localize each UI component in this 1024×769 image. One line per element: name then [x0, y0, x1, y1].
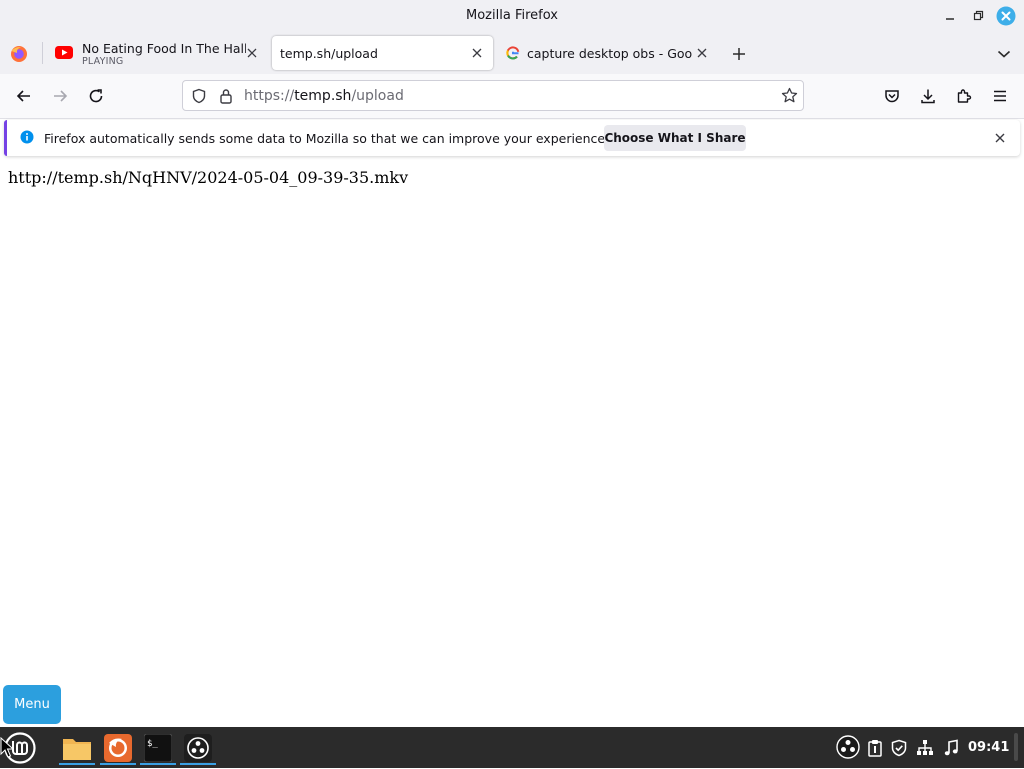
svg-text:$_: $_: [147, 739, 158, 749]
tray-clipboard[interactable]: [864, 737, 886, 759]
tab-close-button[interactable]: [244, 45, 260, 61]
tab-temp-sh[interactable]: temp.sh/upload: [272, 36, 493, 70]
tab-title: No Eating Food In The Halls: [82, 41, 246, 56]
forward-button[interactable]: [46, 82, 74, 110]
network-icon: [917, 740, 933, 755]
tab-divider: [42, 42, 43, 64]
minimize-button[interactable]: [940, 6, 960, 26]
tab-playing-label: PLAYING: [82, 56, 124, 67]
folder-icon: [63, 738, 91, 760]
nav-bar: https://temp.sh/upload: [0, 74, 1024, 119]
close-icon: [995, 133, 1005, 143]
pocket-icon: [885, 90, 899, 103]
url-bar[interactable]: https://temp.sh/upload: [182, 80, 804, 111]
tray-obs[interactable]: [836, 735, 860, 759]
tab-title: capture desktop obs - Goog: [527, 46, 692, 61]
plus-icon: [733, 48, 745, 60]
active-indicator: [140, 763, 176, 765]
tab-youtube[interactable]: No Eating Food In The Halls PLAYING: [48, 36, 268, 70]
tab-title: temp.sh/upload: [280, 46, 378, 61]
restore-icon: [973, 10, 984, 21]
info-icon: [20, 130, 34, 144]
upload-result-url[interactable]: http://temp.sh/NqHNV/2024-05-04_09-39-35…: [8, 168, 408, 187]
list-all-tabs-button[interactable]: [993, 44, 1015, 64]
show-desktop-button[interactable]: [1014, 733, 1018, 761]
taskbar-terminal[interactable]: $_: [140, 730, 176, 765]
taskbar-firefox[interactable]: [100, 730, 136, 765]
shield-icon[interactable]: [191, 88, 207, 104]
window-titlebar[interactable]: Mozilla Firefox: [0, 0, 1024, 32]
firefox-icon: [104, 733, 132, 762]
close-window-button[interactable]: [996, 6, 1016, 26]
extensions-button[interactable]: [950, 82, 978, 110]
clipboard-icon: [868, 740, 882, 757]
notification-message: Firefox automatically sends some data to…: [44, 131, 610, 146]
tab-close-button[interactable]: [694, 45, 710, 61]
url-text[interactable]: https://temp.sh/upload: [244, 88, 404, 104]
lock-icon[interactable]: [219, 88, 233, 104]
reload-icon: [89, 89, 103, 103]
google-icon: [506, 46, 520, 60]
url-path: /upload: [351, 88, 404, 104]
taskbar-clock[interactable]: 09:41: [968, 740, 1009, 755]
maximize-button[interactable]: [968, 6, 988, 26]
obs-tray-icon: [836, 735, 860, 759]
back-button[interactable]: [10, 82, 38, 110]
desktop-menu-button[interactable]: Menu: [3, 685, 61, 724]
download-icon: [921, 89, 935, 104]
firefox-view-button[interactable]: [8, 44, 30, 66]
url-host: temp.sh: [294, 88, 352, 104]
app-menu-button[interactable]: [986, 82, 1014, 110]
puzzle-icon: [957, 89, 972, 103]
url-scheme: https://: [244, 88, 295, 104]
tray-update-manager[interactable]: [888, 737, 910, 759]
tab-bar: No Eating Food In The Halls PLAYING temp…: [0, 32, 1024, 74]
mouse-cursor-icon: [0, 737, 14, 758]
minimize-icon: [946, 18, 954, 20]
arrow-right-icon: [54, 90, 68, 102]
close-icon: [697, 48, 707, 58]
tab-close-button[interactable]: [469, 45, 485, 61]
firefox-icon: [11, 46, 27, 62]
notification-close-button[interactable]: [992, 130, 1008, 146]
choose-what-i-share-button[interactable]: Choose What I Share: [604, 125, 746, 151]
reload-button[interactable]: [82, 82, 110, 110]
youtube-icon: [55, 46, 73, 59]
tab-google-search[interactable]: capture desktop obs - Goog: [498, 36, 718, 70]
close-icon: [996, 6, 1016, 26]
tray-sound[interactable]: [940, 737, 962, 759]
taskbar: $_ 09:41: [0, 727, 1024, 768]
active-indicator: [100, 763, 136, 765]
taskbar-obs[interactable]: [180, 730, 216, 765]
pocket-button[interactable]: [878, 82, 906, 110]
close-icon: [247, 48, 257, 58]
hamburger-icon: [994, 90, 1006, 102]
star-icon[interactable]: [781, 87, 798, 104]
notification-bar: Firefox automatically sends some data to…: [4, 120, 1020, 156]
new-tab-button[interactable]: [729, 44, 749, 64]
downloads-button[interactable]: [914, 82, 942, 110]
active-indicator: [59, 763, 95, 765]
tray-network[interactable]: [914, 737, 936, 759]
shield-icon: [891, 739, 907, 757]
taskbar-files[interactable]: [59, 730, 95, 765]
music-icon: [944, 739, 958, 756]
active-indicator: [180, 763, 216, 765]
obs-icon: [184, 733, 212, 762]
terminal-icon: $_: [144, 733, 172, 762]
page-content: http://temp.sh/NqHNV/2024-05-04_09-39-35…: [0, 160, 1024, 727]
chevron-down-icon: [997, 50, 1011, 58]
arrow-left-icon: [16, 90, 30, 102]
window-title: Mozilla Firefox: [466, 8, 558, 23]
close-icon: [472, 48, 482, 58]
